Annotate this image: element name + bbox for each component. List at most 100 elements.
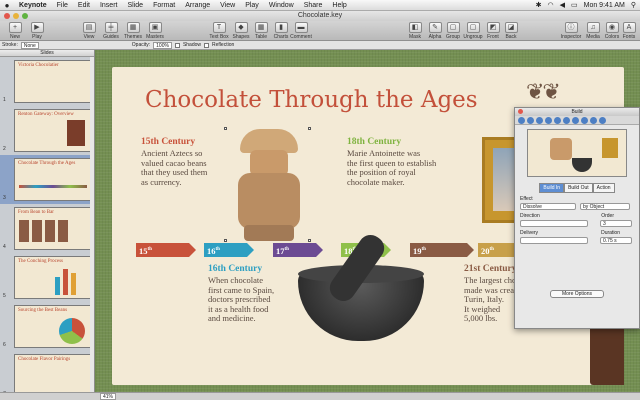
16th-century-text[interactable]: When chocolate first came to Spain, doct… xyxy=(208,275,274,324)
reflection-label: Reflection xyxy=(212,42,235,48)
menu-clock[interactable]: Mon 9:41 AM xyxy=(584,2,625,9)
opacity-field[interactable]: 100% xyxy=(153,41,172,49)
slide-thumbnail[interactable]: 4 From Bean to Bar xyxy=(0,204,94,253)
group-icon: ▢ xyxy=(446,22,460,33)
duration-stepper[interactable]: 0.75 s xyxy=(600,237,632,244)
reflection-checkbox[interactable] xyxy=(204,42,210,48)
21st-century-heading[interactable]: 21st Century xyxy=(464,264,517,274)
timeline-arrow-16th[interactable]: 16th xyxy=(204,243,254,257)
selection-handle[interactable] xyxy=(224,127,227,130)
bluetooth-icon[interactable]: ✱ xyxy=(536,1,542,9)
slide-title[interactable]: Chocolate Through the Ages xyxy=(145,87,478,113)
build-in-tab[interactable]: Build In xyxy=(539,183,565,193)
comment-button[interactable]: ▬ Comment xyxy=(288,22,314,40)
volume-icon[interactable]: ◀ xyxy=(560,1,565,9)
play-button[interactable]: ▶ Play xyxy=(24,22,50,40)
slide-number: 2 xyxy=(3,146,6,152)
masters-button[interactable]: ▣ Masters xyxy=(142,22,168,40)
inspector-title-bar[interactable]: Build xyxy=(515,108,639,116)
15th-century-heading[interactable]: 15th Century xyxy=(141,137,195,147)
direction-label: Direction xyxy=(520,213,540,219)
navigator-scrollbar[interactable] xyxy=(90,57,94,392)
spotlight-icon[interactable]: ⚲ xyxy=(631,1,636,9)
shadow-checkbox[interactable] xyxy=(174,42,180,48)
stroke-select[interactable]: None xyxy=(20,41,39,49)
themes-icon: ▦ xyxy=(126,22,140,33)
timeline-arrow-15th[interactable]: 15th xyxy=(136,243,196,257)
delivery-select[interactable] xyxy=(520,237,588,244)
slide-thumbnail[interactable]: 7 Chocolate Flavor Pairings xyxy=(0,351,94,392)
hyperlink-inspector-icon[interactable] xyxy=(590,117,597,124)
wifi-icon[interactable]: ◠ xyxy=(547,1,553,9)
18th-century-text[interactable]: Marie Antoinette was the first queen to … xyxy=(347,148,436,187)
slide-inspector-icon[interactable] xyxy=(527,117,534,124)
zoom-window-icon[interactable] xyxy=(22,13,28,19)
build-out-tab[interactable]: Build Out xyxy=(564,183,593,193)
battery-icon[interactable]: ▭ xyxy=(571,1,578,9)
text-inspector-icon[interactable] xyxy=(545,117,552,124)
slide-number: 3 xyxy=(3,195,6,201)
menu-help[interactable]: Help xyxy=(327,2,351,9)
comment-icon: ▬ xyxy=(294,22,308,33)
thumbnail-image xyxy=(19,220,69,242)
more-options-button[interactable]: More Options xyxy=(550,290,604,298)
menu-slide[interactable]: Slide xyxy=(122,2,148,9)
action-tab[interactable]: Action xyxy=(592,183,615,193)
slide-thumbnail[interactable]: 5 The Conching Process xyxy=(0,253,94,302)
graphic-inspector-icon[interactable] xyxy=(554,117,561,124)
format-bar: Stroke: None Opacity: 100% Shadow Reflec… xyxy=(0,41,640,50)
slide-thumbnail[interactable]: 2 Renton Gateway: Overview xyxy=(0,106,94,155)
16th-century-heading[interactable]: 16th Century xyxy=(208,264,262,274)
build-inspector-icon[interactable] xyxy=(536,117,543,124)
menu-window[interactable]: Window xyxy=(264,2,299,9)
18th-century-heading[interactable]: 18th Century xyxy=(347,137,401,147)
apple-menu-icon[interactable]: ● xyxy=(0,1,14,10)
menu-file[interactable]: File xyxy=(52,2,73,9)
thumbnail-title: Victoria Chocolatier xyxy=(18,63,59,68)
zoom-select[interactable]: 41% xyxy=(100,393,117,400)
15th-century-text[interactable]: Ancient Aztecs so valued cacao beans tha… xyxy=(141,148,207,187)
menu-keynote[interactable]: Keynote xyxy=(14,2,52,9)
thumbnail-title: Chocolate Through the Ages xyxy=(18,161,76,166)
menu-insert[interactable]: Insert xyxy=(95,2,123,9)
mask-icon: ◧ xyxy=(408,22,422,33)
menu-share[interactable]: Share xyxy=(299,2,328,9)
delivery-by-select[interactable]: by Object xyxy=(580,203,630,210)
window-title-bar: Chocolate.key xyxy=(0,11,640,21)
menu-bar: ● Keynote File Edit Insert Slide Format … xyxy=(0,0,640,11)
menu-view[interactable]: View xyxy=(215,2,240,9)
fonts-button[interactable]: A Fonts xyxy=(616,22,640,40)
cacao-beans-graphic[interactable]: ❦❦ xyxy=(526,79,561,105)
close-window-icon[interactable] xyxy=(4,13,10,19)
slide-number: 5 xyxy=(3,293,6,299)
selection-handle[interactable] xyxy=(308,127,311,130)
back-button[interactable]: ◪ Back xyxy=(498,22,524,40)
menu-edit[interactable]: Edit xyxy=(73,2,95,9)
shadow-label: Shadow xyxy=(182,42,202,48)
mortar-and-pestle-image[interactable] xyxy=(298,230,424,341)
minimize-window-icon[interactable] xyxy=(13,13,19,19)
order-select[interactable]: 3 xyxy=(600,220,632,227)
menu-format[interactable]: Format xyxy=(148,2,180,9)
thumbnail-title: Chocolate Flavor Pairings xyxy=(18,357,71,362)
direction-select[interactable] xyxy=(520,220,588,227)
slide-thumbnail-selected[interactable]: 3 Chocolate Through the Ages xyxy=(0,155,94,204)
close-inspector-icon[interactable] xyxy=(518,109,523,114)
quicktime-inspector-icon[interactable] xyxy=(599,117,606,124)
slide-number: 6 xyxy=(3,342,6,348)
table-inspector-icon[interactable] xyxy=(572,117,579,124)
thumbnail-title: Renton Gateway: Overview xyxy=(18,112,74,117)
chart-inspector-icon[interactable] xyxy=(581,117,588,124)
thumbnail-timeline xyxy=(19,185,87,188)
selection-handle[interactable] xyxy=(224,239,227,242)
metrics-inspector-icon[interactable] xyxy=(563,117,570,124)
21st-century-text[interactable]: The largest cho made was creat Turin, It… xyxy=(464,275,516,324)
effect-select[interactable]: Dissolve xyxy=(520,203,576,210)
aztec-figure-image[interactable] xyxy=(226,129,312,243)
slide-thumbnail[interactable]: 1 Victoria Chocolatier xyxy=(0,57,94,106)
menu-play[interactable]: Play xyxy=(240,2,264,9)
menu-arrange[interactable]: Arrange xyxy=(180,2,215,9)
slide-number: 4 xyxy=(3,244,6,250)
document-inspector-icon[interactable] xyxy=(518,117,525,124)
slide-thumbnail[interactable]: 6 Sourcing the Best Beans xyxy=(0,302,94,351)
